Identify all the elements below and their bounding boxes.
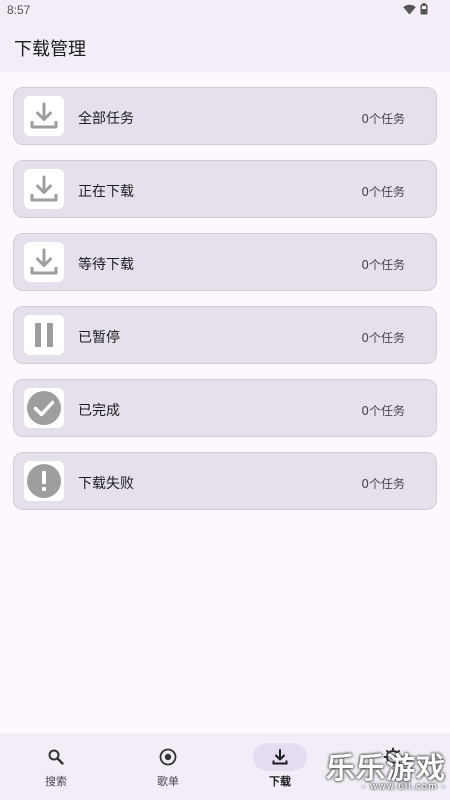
status-bar: 8:57 <box>0 0 450 22</box>
wifi-icon <box>403 4 416 14</box>
category-count: 0个任务 <box>361 477 405 491</box>
category-paused[interactable]: 已暂停 0个任务 <box>13 306 437 364</box>
category-count: 0个任务 <box>361 331 405 345</box>
nav-download[interactable]: 下载 <box>230 733 330 800</box>
category-waiting[interactable]: 等待下载 0个任务 <box>13 233 437 291</box>
download-icon <box>24 169 64 209</box>
check-circle-icon <box>24 388 64 428</box>
category-count: 0个任务 <box>361 258 405 272</box>
download-category-list: 全部任务 0个任务 正在下载 0个任务 等待下载 0个任务 已暂停 0个任务 已… <box>13 87 437 525</box>
category-label: 已暂停 <box>78 330 120 346</box>
disc-icon <box>159 748 177 766</box>
nav-label: 下载 <box>269 775 291 788</box>
status-time: 8:57 <box>7 3 31 17</box>
category-downloading[interactable]: 正在下载 0个任务 <box>13 160 437 218</box>
page-title: 下载管理 <box>14 39 86 60</box>
category-count: 0个任务 <box>361 404 405 418</box>
category-count: 0个任务 <box>361 112 405 126</box>
nav-search[interactable]: 搜索 <box>6 733 106 800</box>
battery-icon <box>420 3 428 15</box>
download-icon <box>272 749 288 765</box>
pause-icon <box>24 315 64 355</box>
category-label: 全部任务 <box>78 111 134 127</box>
category-label: 已完成 <box>78 403 120 419</box>
category-completed[interactable]: 已完成 0个任务 <box>13 379 437 437</box>
category-label: 正在下载 <box>78 184 134 200</box>
category-count: 0个任务 <box>361 185 405 199</box>
status-icons <box>403 3 428 15</box>
category-failed[interactable]: 下载失败 0个任务 <box>13 452 437 510</box>
nav-label: 歌单 <box>157 775 179 788</box>
nav-playlist[interactable]: 歌单 <box>118 733 218 800</box>
download-icon <box>24 242 64 282</box>
watermark-title: 乐乐游戏 <box>325 751 446 785</box>
app-bar: 下载管理 <box>0 22 450 72</box>
search-icon <box>48 749 64 765</box>
download-icon <box>24 96 64 136</box>
site-watermark: 乐乐游戏 - www.6ll.com - <box>326 752 446 792</box>
category-label: 等待下载 <box>78 257 134 273</box>
alert-circle-icon <box>24 461 64 501</box>
nav-label: 搜索 <box>45 775 67 788</box>
category-label: 下载失败 <box>78 476 134 492</box>
category-all-tasks[interactable]: 全部任务 0个任务 <box>13 87 437 145</box>
